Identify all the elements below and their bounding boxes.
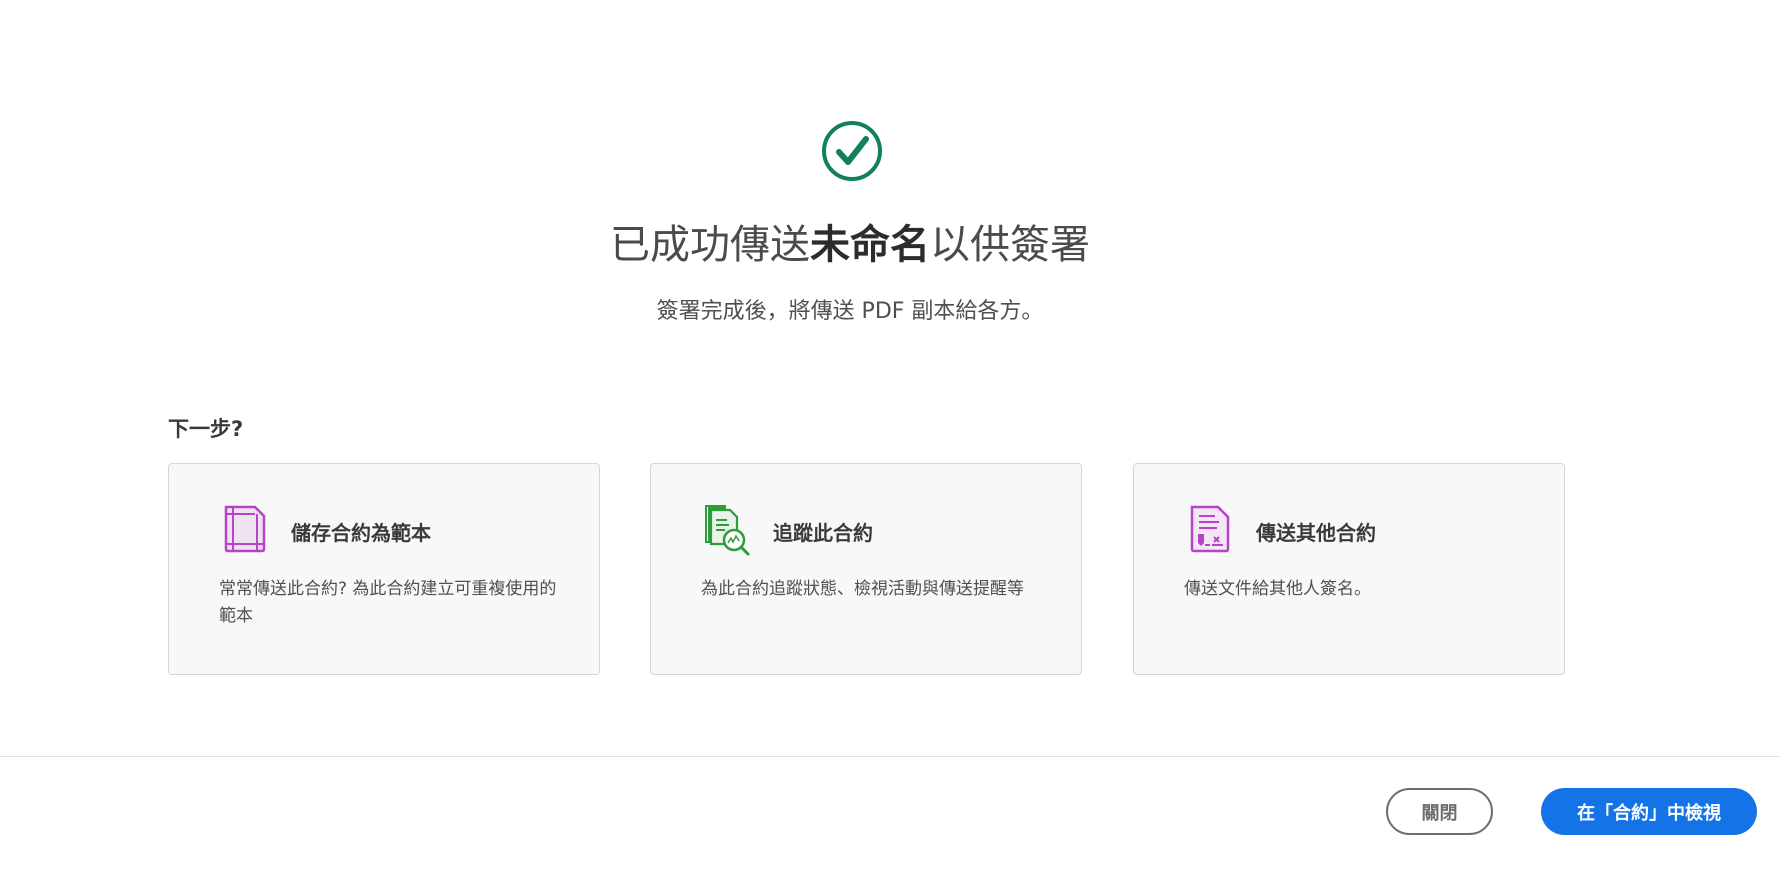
track-agreement-card[interactable]: 追蹤此合約 為此合約追蹤狀態、檢視活動與傳送提醒等 [650, 463, 1082, 675]
template-icon [224, 505, 266, 553]
card-description: 為此合約追蹤狀態、檢視活動與傳送提醒等 [701, 579, 1024, 599]
footer-divider [0, 756, 1780, 757]
card-description: 常常傳送此合約? 為此合約建立可重複使用的範本 [219, 579, 557, 626]
close-button[interactable]: 關閉 [1386, 788, 1493, 835]
card-description: 傳送文件給其他人簽名。 [1184, 579, 1371, 599]
save-as-template-card[interactable]: 儲存合約為範本 常常傳送此合約? 為此合約建立可重複使用的範本 [168, 463, 600, 675]
send-another-card[interactable]: 傳送其他合約 傳送文件給其他人簽名。 [1133, 463, 1565, 675]
agreement-name: 未命名 [810, 222, 930, 268]
page-title: 已成功傳送未命名以供簽署 [450, 212, 1250, 270]
check-circle-icon [822, 121, 882, 181]
title-prefix: 已成功傳送 [610, 222, 810, 268]
view-in-agreements-button[interactable]: 在「合約」中檢視 [1541, 788, 1757, 835]
track-document-icon [705, 505, 750, 556]
card-title: 儲存合約為範本 [291, 521, 431, 545]
send-document-icon [1190, 505, 1230, 553]
title-suffix: 以供簽署 [930, 222, 1090, 268]
card-title: 追蹤此合約 [773, 521, 873, 545]
card-title: 傳送其他合約 [1256, 521, 1376, 545]
next-steps-heading: 下一步? [168, 417, 244, 441]
page-subtitle: 簽署完成後，將傳送 PDF 副本給各方。 [656, 299, 1044, 324]
